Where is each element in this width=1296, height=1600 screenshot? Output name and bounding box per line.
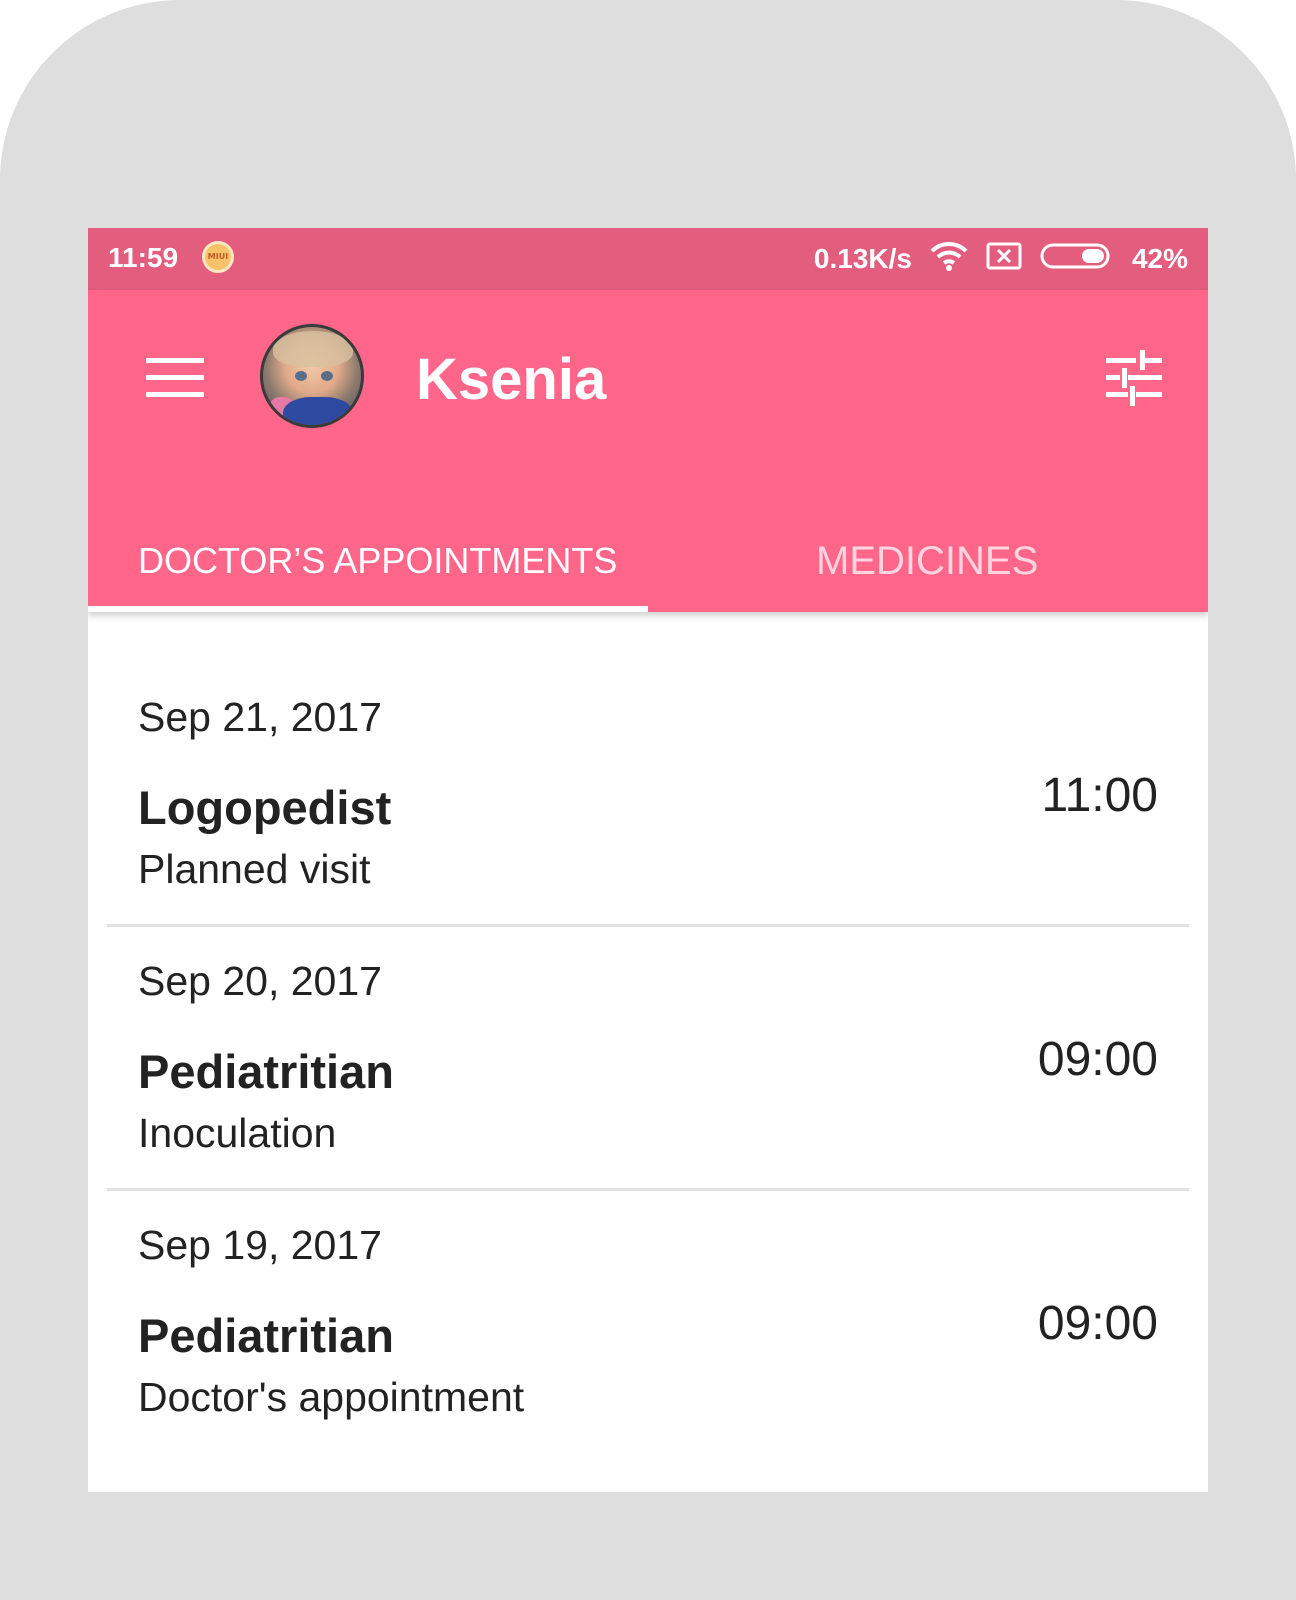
appointment-date: Sep 20, 2017 xyxy=(138,958,382,1004)
status-time: 11:59 xyxy=(108,242,179,273)
user-name: Ksenia xyxy=(416,347,607,412)
tab-medicines[interactable]: MEDICINES xyxy=(816,510,1038,612)
battery-icon xyxy=(1040,242,1114,277)
appointment-title: Logopedist xyxy=(138,781,392,834)
appointment-date: Sep 19, 2017 xyxy=(138,1222,382,1268)
menu-icon[interactable] xyxy=(146,358,204,398)
appointment-title: Pediatritian xyxy=(138,1045,394,1098)
status-indicators: 0.13K/s 42% xyxy=(814,240,1188,278)
appointment-time: 09:00 xyxy=(1037,1297,1158,1350)
wifi-icon xyxy=(930,241,968,278)
battery-percent: 42% xyxy=(1131,243,1188,274)
sim-error-icon xyxy=(986,242,1022,277)
appointment-item[interactable]: Sep 20, 2017 Pediatritian Inoculation 09… xyxy=(88,876,1208,1156)
appointment-date: Sep 21, 2017 xyxy=(138,694,382,740)
appointment-item[interactable]: Sep 21, 2017 Logopedist Planned visit 11… xyxy=(88,612,1208,892)
filter-icon[interactable] xyxy=(1104,348,1164,408)
appointment-time: 09:00 xyxy=(1037,1033,1158,1086)
appointment-title: Pediatritian xyxy=(138,1309,394,1362)
tab-doctors-appointments[interactable]: DOCTOR’S APPOINTMENTS xyxy=(138,510,617,612)
appointment-subtitle: Doctor's appointment xyxy=(138,1374,525,1420)
phone-frame: 11:59 MIUI 0.13K/s 42% Ksenia DOCTOR’S A… xyxy=(0,0,1296,1600)
avatar[interactable] xyxy=(260,324,364,428)
appointment-time: 11:00 xyxy=(1041,769,1158,822)
status-bar: 11:59 MIUI 0.13K/s 42% xyxy=(88,228,1208,290)
appointment-item[interactable]: Sep 19, 2017 Pediatritian Doctor's appoi… xyxy=(88,1140,1208,1420)
app-bar: Ksenia DOCTOR’S APPOINTMENTS MEDICINES xyxy=(88,290,1208,612)
network-speed: 0.13K/s xyxy=(813,243,912,274)
miui-badge-icon: MIUI xyxy=(202,241,234,273)
tab-bar: DOCTOR’S APPOINTMENTS MEDICINES xyxy=(88,510,1208,612)
app-screen: 11:59 MIUI 0.13K/s 42% Ksenia DOCTOR’S A… xyxy=(88,228,1208,1492)
